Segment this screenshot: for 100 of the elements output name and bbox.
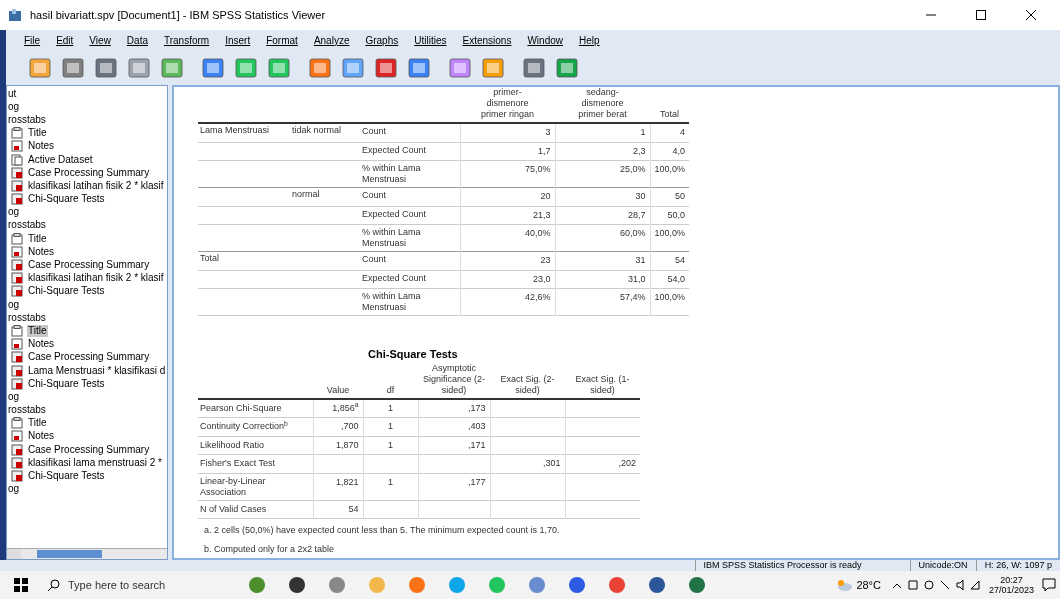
outline-item[interactable]: og	[7, 100, 21, 113]
weather-icon[interactable]	[836, 578, 853, 592]
outline-item[interactable]: klasifikasi lama menstruasi 2 *	[27, 456, 163, 469]
footnote: b. Computed only for a 2x2 table	[204, 542, 336, 556]
table-cell: 1,856$^{a}$	[332, 402, 359, 413]
row-header: Total	[200, 253, 219, 263]
weather-text[interactable]: 28°C	[856, 576, 881, 594]
menu-item[interactable]: Format	[266, 32, 298, 48]
outline-item[interactable]: Notes	[27, 338, 56, 351]
outline-item[interactable]: Case Processing Summary	[27, 443, 151, 456]
notification-icon[interactable]	[1042, 578, 1056, 592]
table-cell: 30	[555, 187, 650, 206]
table-cell: 1	[388, 402, 393, 413]
outline-item[interactable]: Notes	[27, 245, 56, 258]
notes-icon	[11, 338, 23, 351]
menu-item[interactable]: Data	[126, 32, 148, 48]
outline-item[interactable]: Chi-Square Tests	[27, 377, 106, 390]
table-cell: ,173	[467, 402, 486, 413]
outline-item[interactable]: rosstabs	[7, 113, 47, 126]
search-icon	[48, 579, 60, 591]
outline-item[interactable]: Case Processing Summary	[27, 166, 151, 179]
close-icon[interactable]	[1026, 10, 1036, 20]
table-cell: 100,0%	[650, 160, 690, 188]
outline-item[interactable]: Chi-Square Tests	[27, 470, 106, 483]
notes-icon	[11, 430, 23, 443]
system-tray-icon[interactable]	[890, 579, 981, 591]
outline-item[interactable]: Chi-Square Tests	[27, 193, 106, 206]
horizontal-scrollbar[interactable]	[7, 548, 167, 559]
maximize-icon[interactable]	[976, 10, 986, 20]
menu-item[interactable]: Graphs	[365, 32, 399, 48]
table-cell: 50	[650, 187, 690, 206]
outline-item[interactable]: rosstabs	[7, 404, 47, 417]
outline-item[interactable]: Notes	[27, 140, 56, 153]
outline-item[interactable]: og	[7, 206, 21, 219]
table-icon	[11, 351, 23, 364]
title-icon	[11, 127, 23, 140]
menu-item[interactable]: Help	[579, 32, 600, 48]
table-cell: 54	[348, 503, 359, 514]
outline-item[interactable]: Case Processing Summary	[27, 351, 151, 364]
outline-item[interactable]: Lama Menstruasi * klasifikasi d	[27, 364, 167, 377]
menu-item[interactable]: Utilities	[414, 32, 447, 48]
outline-item[interactable]: Active Dataset	[27, 153, 94, 166]
menu-item[interactable]: Analyze	[313, 32, 350, 48]
menu-item[interactable]: View	[89, 32, 111, 48]
column-header: Asymptotic Significance (2-sided)	[418, 362, 490, 399]
table-cell: 23	[460, 251, 555, 270]
table-cell: 31	[555, 251, 650, 270]
menu-item[interactable]: Edit	[56, 32, 74, 48]
outline-item[interactable]: klasifikasi latihan fisik 2 * klasif	[27, 179, 165, 192]
outline-item[interactable]: klasifikasi latihan fisik 2 * klasif	[27, 272, 165, 285]
outline-item[interactable]: Notes	[27, 430, 56, 443]
footnote: a. 2 cells (50,0%) have expected count less than 5. The minimum expected count is 1,70.	[204, 524, 561, 537]
notes-icon	[11, 140, 23, 153]
outline-item[interactable]: Title	[27, 232, 48, 245]
table-cell: 50,0	[650, 206, 690, 225]
table-icon	[11, 193, 23, 206]
taskbar-search-placeholder[interactable]: Type here to search	[68, 576, 228, 594]
menu-item[interactable]: Window	[527, 32, 563, 48]
outline-item[interactable]: Case Processing Summary	[27, 259, 151, 272]
outline-item[interactable]: Title	[27, 324, 48, 337]
title-icon	[11, 324, 23, 337]
table-icon	[11, 272, 23, 285]
menu-item[interactable]: Transform	[164, 32, 210, 48]
row-header: Expected Count	[360, 206, 460, 225]
table-cell: ,700	[340, 421, 359, 431]
title-icon	[11, 232, 23, 245]
outline-item[interactable]: og	[7, 390, 21, 403]
table-cell: 100,0%	[650, 224, 690, 252]
column-header: sedang- dismenore primer berat	[555, 87, 650, 123]
outline-item[interactable]: ut	[7, 87, 18, 100]
table-icon	[11, 179, 23, 192]
table-cell: 40,0%	[460, 224, 555, 252]
outline-item[interactable]: Chi-Square Tests	[27, 285, 106, 298]
table-cell: 4	[650, 123, 690, 142]
table-cell: 4,0	[650, 142, 690, 161]
table-cell: 100,0%	[650, 288, 690, 316]
menu-item[interactable]: File	[24, 32, 41, 48]
table-cell: 54,0	[650, 270, 690, 289]
windows-start-icon[interactable]	[14, 578, 28, 592]
table-cell: 1	[555, 123, 650, 142]
outline-item[interactable]: Title	[27, 127, 48, 140]
clock-date[interactable]: 27/01/2023	[988, 585, 1034, 595]
table-cell: ,202	[618, 458, 636, 468]
row-header: % within Lama Menstruasi	[360, 224, 460, 252]
outline-item[interactable]: og	[7, 298, 21, 311]
menu-item[interactable]: Extensions	[462, 32, 512, 48]
table-cell: 1,7	[460, 142, 555, 161]
outline-item[interactable]: rosstabs	[7, 311, 47, 324]
table-cell: 1	[388, 421, 393, 431]
table-icon	[11, 470, 23, 483]
row-header: Linear-by-Linear Association	[198, 473, 313, 500]
outline-item[interactable]: og	[7, 483, 21, 496]
outline-item[interactable]: rosstabs	[7, 219, 47, 232]
row-header: Fisher's Exact Test	[198, 454, 313, 473]
table-title: Chi-Square Tests	[368, 347, 459, 362]
clock-time[interactable]: 20:27	[1000, 575, 1023, 585]
outline-item[interactable]: Title	[27, 417, 48, 430]
menu-item[interactable]: Insert	[225, 32, 251, 48]
table-icon	[11, 259, 23, 272]
table-icon	[11, 166, 23, 179]
